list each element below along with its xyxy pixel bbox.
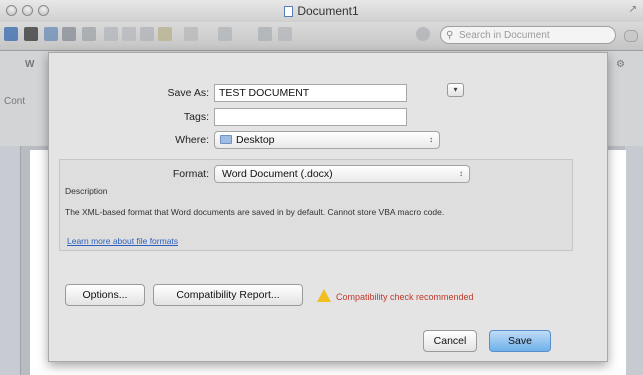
save-as-field[interactable]: TEST DOCUMENT — [214, 84, 407, 102]
popup-arrows-icon: ↕ — [459, 169, 463, 178]
cut-icon[interactable] — [104, 27, 118, 41]
compatibility-warning: Compatibility check recommended — [336, 292, 474, 302]
save-button[interactable]: Save — [489, 330, 551, 352]
save-icon[interactable] — [62, 27, 76, 41]
save-dialog: Save As: TEST DOCUMENT ▾ Tags: Where: De… — [48, 52, 608, 362]
new-document-icon[interactable] — [4, 27, 18, 41]
format-popup[interactable]: Word Document (.docx) ↕ — [214, 165, 470, 183]
document-icon — [284, 6, 294, 17]
print-icon[interactable] — [82, 27, 96, 41]
search-input[interactable]: ⚲ Search in Document — [440, 26, 616, 44]
standard-toolbar: ⚲ Search in Document — [0, 22, 643, 51]
format-value: Word Document (.docx) — [222, 168, 333, 180]
help-icon[interactable] — [416, 27, 430, 41]
vertical-ruler — [0, 146, 21, 375]
paragraph-marks-icon[interactable] — [258, 27, 272, 41]
cancel-button[interactable]: Cancel — [423, 330, 477, 352]
copy-icon[interactable] — [122, 27, 136, 41]
format-painter-icon[interactable] — [158, 27, 172, 41]
redo-icon[interactable] — [218, 27, 232, 41]
open-icon[interactable] — [44, 27, 58, 41]
vertical-scrollbar[interactable] — [625, 146, 643, 375]
search-icon: ⚲ — [446, 30, 454, 41]
window-titlebar: Document1 ↗ — [0, 0, 643, 23]
undo-icon[interactable] — [184, 27, 198, 41]
toolbar-toggle-icon[interactable] — [624, 30, 638, 42]
where-label: Where: — [175, 134, 209, 146]
window-title: Document1 — [0, 4, 643, 18]
tags-label: Tags: — [183, 111, 209, 123]
options-button[interactable]: Options... — [65, 284, 145, 306]
window-title-text: Document1 — [297, 4, 359, 18]
compatibility-report-button[interactable]: Compatibility Report... — [153, 284, 303, 306]
where-value: Desktop — [236, 134, 275, 146]
format-description: The XML-based format that Word documents… — [65, 207, 445, 217]
tags-field[interactable] — [214, 108, 407, 126]
fullscreen-icon[interactable]: ↗ — [629, 4, 637, 15]
popup-arrows-icon: ↕ — [429, 135, 433, 144]
warning-icon — [317, 289, 331, 302]
ribbon-label: Cont — [4, 96, 26, 107]
templates-icon[interactable] — [24, 27, 38, 41]
ribbon-label: W — [25, 59, 35, 70]
paste-icon[interactable] — [140, 27, 154, 41]
ribbon-options-icon[interactable]: ⚙ — [616, 59, 625, 70]
folder-icon — [220, 135, 232, 144]
save-as-label: Save As: — [167, 87, 209, 99]
chevron-down-icon: ▾ — [453, 85, 458, 94]
format-label: Format: — [172, 168, 209, 180]
where-popup[interactable]: Desktop ↕ — [214, 131, 440, 149]
expand-dialog-button[interactable]: ▾ — [447, 83, 464, 97]
search-placeholder: Search in Document — [459, 30, 550, 41]
zoom-icon[interactable] — [278, 27, 292, 41]
description-heading: Description — [65, 186, 108, 196]
learn-more-link[interactable]: Learn more about file formats — [67, 236, 178, 246]
